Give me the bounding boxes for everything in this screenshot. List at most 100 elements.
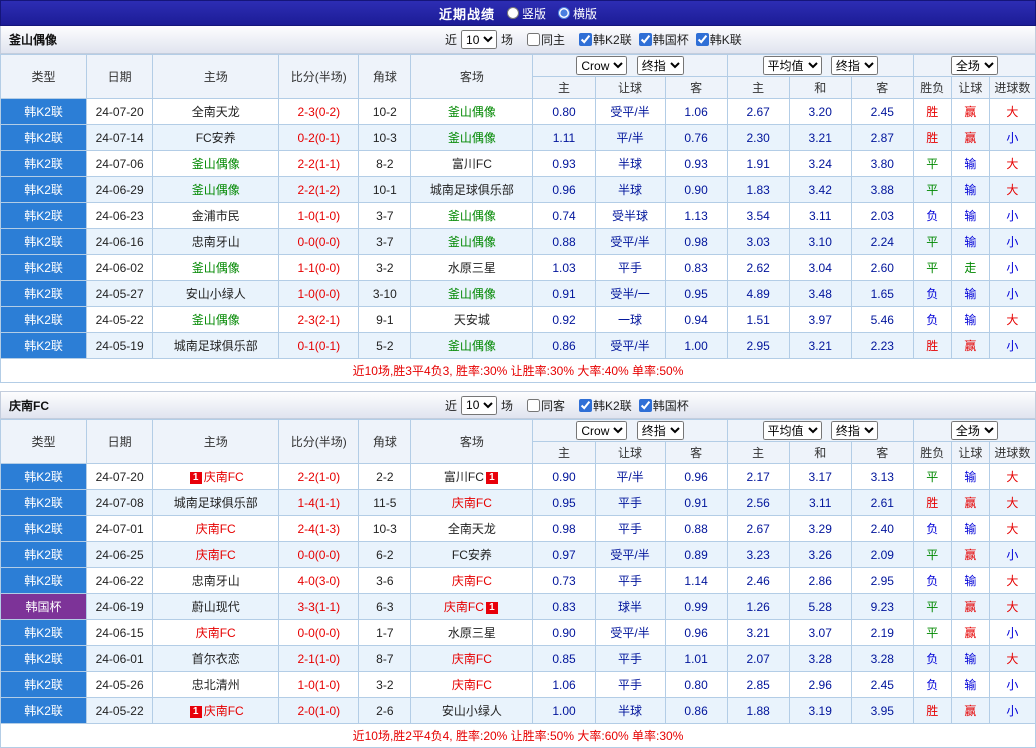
league-k1-option[interactable]: 韩K联 — [695, 31, 742, 48]
match-date: 24-05-27 — [86, 280, 154, 307]
away-team: 釜山偶像 — [410, 98, 534, 125]
cell-text: 半球 — [618, 157, 643, 171]
cell-text: 受平/半 — [610, 548, 650, 562]
cell-text: 富川FC — [443, 470, 484, 484]
layout-horizontal-radio[interactable] — [558, 7, 570, 19]
cell-text: 赢 — [964, 105, 977, 119]
layout-horizontal-option[interactable]: 横版 — [558, 5, 597, 22]
cell-text: 城南足球俱乐部 — [173, 339, 258, 353]
league-cup-checkbox[interactable] — [638, 398, 652, 412]
cell-text: 2.95 — [870, 573, 894, 588]
cell-text: 球半 — [618, 600, 643, 614]
league-cup-checkbox[interactable] — [638, 33, 652, 46]
same-venue-checkbox[interactable] — [527, 398, 541, 412]
summary-record: 胜2平4负4, — [393, 729, 453, 743]
cell-text: 0.85 — [552, 651, 576, 666]
avg-odds-away: 2.23 — [850, 332, 914, 359]
avg-odds-draw: 3.20 — [788, 98, 852, 125]
near-label: 近 — [445, 398, 458, 413]
league-k2-option[interactable]: 韩K2联 — [579, 397, 632, 414]
layout-vertical-radio[interactable] — [506, 7, 519, 19]
result-winloss: 负 — [912, 671, 952, 698]
games-label: 场 — [501, 398, 514, 413]
cell-text: 0.92 — [552, 312, 576, 327]
cell-text: 3-10 — [372, 286, 397, 301]
corner-score: 10-3 — [358, 124, 412, 151]
cell-text: 2.61 — [870, 495, 894, 510]
recent-count-select[interactable]: 10 — [461, 30, 498, 49]
same-venue-option[interactable]: 同客 — [527, 397, 565, 414]
cell-text: 0.96 — [684, 625, 708, 640]
odds-source-select[interactable]: Crow — [576, 56, 628, 75]
same-venue-checkbox[interactable] — [527, 33, 541, 46]
cell-text: 釜山偶像 — [191, 261, 240, 275]
cell-text: 2.46 — [746, 573, 770, 588]
league-k2-checkbox[interactable] — [579, 398, 593, 412]
avg-source-select[interactable]: 平均值 — [762, 421, 822, 440]
odds-stage-select[interactable]: 终指 — [636, 421, 684, 440]
cell-text: 大 — [1006, 522, 1019, 536]
cell-text: 0.97 — [552, 547, 576, 562]
red-card-badge: 1 — [189, 706, 202, 718]
home-team: 1 庆南FC — [152, 697, 280, 724]
table-header-row-top: 类型 日期 主场 比分(半场) 角球 客场 Crow 终指 平均值 终指 全场 — [0, 54, 1036, 99]
odds-stage-select[interactable]: 终指 — [636, 56, 684, 75]
result-winloss: 平 — [912, 541, 952, 568]
avg-source-select[interactable]: 平均值 — [762, 56, 822, 75]
cell-text: 釜山偶像 — [447, 131, 496, 145]
corner-score: 2-2 — [358, 463, 412, 490]
match-date: 24-07-06 — [86, 150, 154, 177]
result-overunder: 小 — [988, 619, 1036, 646]
result-handicap: 输 — [950, 515, 990, 542]
cell-text: 0.88 — [552, 234, 576, 249]
league-type-badge: 韩K2联 — [0, 645, 88, 672]
odds-source-select[interactable]: Crow — [576, 421, 628, 440]
avg-stage-select[interactable]: 终指 — [830, 56, 878, 75]
cell-text: 1.91 — [746, 156, 770, 171]
match-date: 24-07-20 — [86, 463, 154, 490]
cell-text: 受平/半 — [610, 626, 650, 640]
same-venue-option[interactable]: 同主 — [527, 31, 565, 48]
cell-text: 负 — [926, 652, 939, 666]
recent-count-select[interactable]: 10 — [461, 395, 498, 415]
away-team: 釜山偶像 — [410, 124, 534, 151]
cell-text: 2.86 — [808, 573, 832, 588]
cell-text: 水原三星 — [447, 261, 496, 275]
result-handicap: 输 — [950, 150, 990, 177]
avg-odds-home: 2.07 — [726, 645, 790, 672]
league-cup-option[interactable]: 韩国杯 — [638, 397, 689, 414]
league-cup-option[interactable]: 韩国杯 — [638, 31, 689, 48]
layout-vertical-option[interactable]: 竖版 — [506, 5, 546, 22]
league-k2-option[interactable]: 韩K2联 — [579, 31, 632, 48]
avg-stage-select[interactable]: 终指 — [830, 421, 878, 440]
cell-text: 3-7 — [376, 208, 394, 223]
cell-text: 走 — [964, 261, 977, 275]
cell-text: 一球 — [618, 313, 643, 327]
cell-text: 小 — [1006, 287, 1019, 301]
away-team: 釜山偶像 — [410, 202, 534, 229]
cell-text: 赢 — [964, 626, 977, 640]
cell-text: 庆南FC — [195, 522, 236, 536]
summary-bar-gyeongnam: 近10场,胜2平4负4, 胜率:20% 让胜率:50% 大率:60% 单率:30… — [0, 724, 1036, 748]
cell-text: 2.62 — [746, 260, 770, 275]
cell-text: 1.65 — [870, 286, 894, 301]
cell-text: 0.74 — [552, 208, 576, 223]
league-k1-checkbox[interactable] — [695, 33, 709, 46]
home-team: 金浦市民 — [152, 202, 280, 229]
matches-table-gyeongnam: 类型 日期 主场 比分(半场) 角球 客场 Crow 终指 平均值 终指 全场 — [0, 419, 1036, 724]
cell-text: 2-6 — [376, 703, 394, 718]
handicap-odds-home: 0.86 — [532, 332, 596, 359]
cell-text: 0.94 — [684, 312, 708, 327]
corner-score: 9-1 — [358, 306, 412, 333]
cell-text: 24-07-06 — [95, 156, 144, 171]
cell-text: 大 — [1006, 183, 1019, 197]
result-winloss: 平 — [912, 150, 952, 177]
cell-text: 1-0(0-0) — [297, 286, 341, 301]
sub-header-handicap: 让球 — [594, 441, 666, 464]
away-team: 釜山偶像 — [410, 280, 534, 307]
scope-select[interactable]: 全场 — [950, 421, 998, 440]
league-k2-checkbox[interactable] — [579, 33, 593, 46]
scope-select[interactable]: 全场 — [950, 56, 998, 75]
league-type-badge: 韩K2联 — [0, 541, 88, 568]
result-winloss: 胜 — [912, 332, 952, 359]
